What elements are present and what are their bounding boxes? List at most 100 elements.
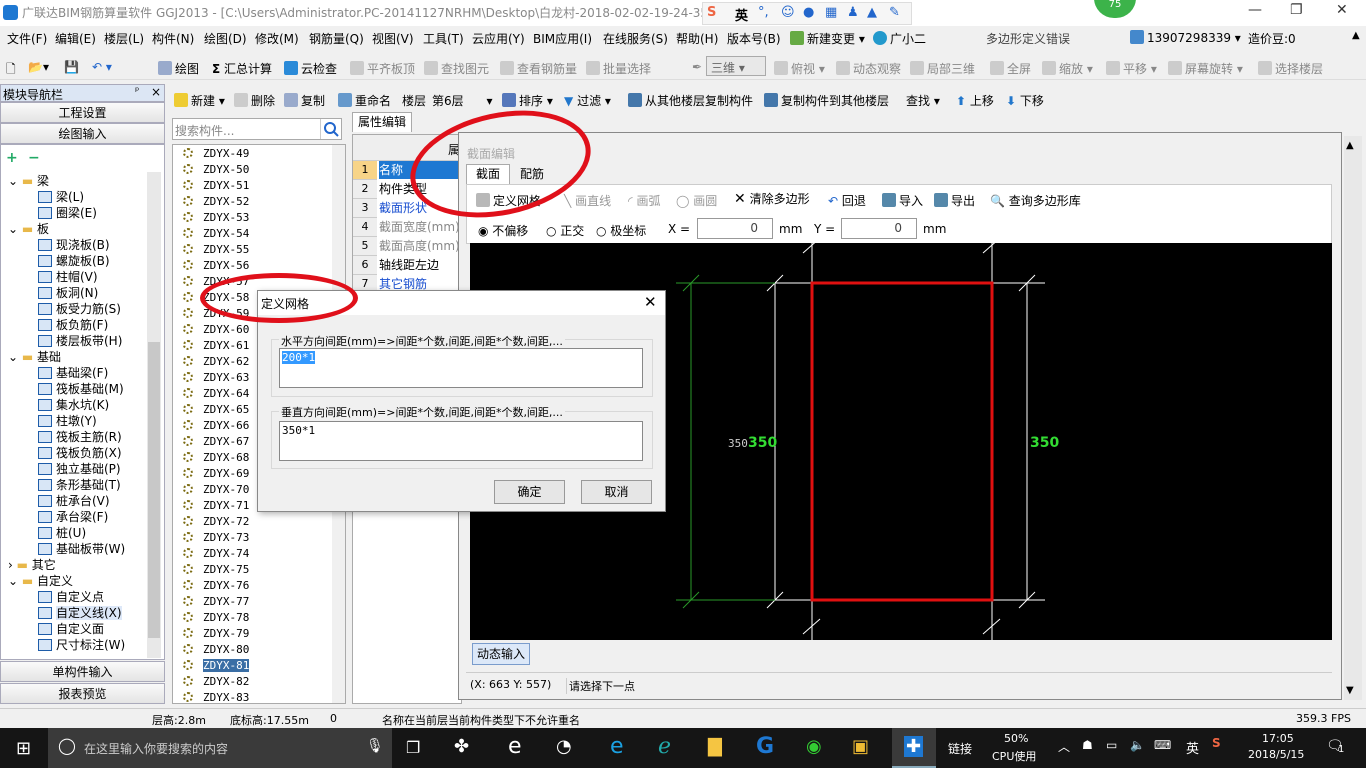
- tree-item[interactable]: 梁(L): [38, 188, 84, 205]
- new-button[interactable]: 新建 ▾: [174, 92, 225, 109]
- menu-version[interactable]: 版本号(B): [727, 30, 781, 47]
- keyboard-icon[interactable]: ▦: [825, 5, 837, 20]
- rotate-button[interactable]: 屏幕旋转 ▾: [1168, 60, 1243, 77]
- component-list-item[interactable]: ZDYX-66: [183, 419, 249, 432]
- component-list-item[interactable]: ZDYX-61: [183, 339, 249, 352]
- dynamic-view-button[interactable]: 动态观察: [836, 60, 901, 77]
- tree-item[interactable]: 柱墩(Y): [38, 412, 97, 429]
- tree-item[interactable]: 桩承台(V): [38, 492, 110, 509]
- component-search-input[interactable]: 搜索构件...: [172, 118, 342, 140]
- tree-group[interactable]: ⌄ ▬ 基础: [8, 348, 61, 365]
- floor-select[interactable]: 第6层 ▾: [432, 92, 493, 109]
- component-list-item[interactable]: ZDYX-65: [183, 403, 249, 416]
- expand-arrow-icon[interactable]: ⌄: [8, 222, 22, 236]
- find-button[interactable]: 查找 ▾: [906, 92, 940, 109]
- draw-arc-button[interactable]: ◜ 画弧: [628, 192, 661, 209]
- component-list-item[interactable]: ZDYX-71: [183, 499, 249, 512]
- tree-item[interactable]: 柱帽(V): [38, 268, 98, 285]
- minimize-button[interactable]: —: [1248, 2, 1262, 18]
- undo-icon[interactable]: ↶ ▾: [92, 60, 112, 74]
- copy-to-floor-button[interactable]: 复制构件到其他楼层: [764, 92, 889, 109]
- expand-arrow-icon[interactable]: ⌄: [8, 574, 22, 588]
- menu-file[interactable]: 文件(F): [7, 30, 47, 47]
- scroll-down-icon[interactable]: ▼: [1346, 685, 1354, 696]
- tree-item[interactable]: 圈梁(E): [38, 204, 97, 221]
- y-input[interactable]: 0: [841, 218, 917, 239]
- menu-view[interactable]: 视图(V): [372, 30, 414, 47]
- perf-badge[interactable]: 75: [1094, 0, 1136, 18]
- menu-floor[interactable]: 楼层(L): [104, 30, 144, 47]
- copy-from-floor-button[interactable]: 从其他楼层复制构件: [628, 92, 753, 109]
- fullscreen-button[interactable]: 全屏: [990, 60, 1031, 77]
- file-explorer-icon[interactable]: ▇: [708, 736, 722, 757]
- component-list-item[interactable]: ZDYX-77: [183, 595, 249, 608]
- component-list-item[interactable]: ZDYX-56: [183, 259, 249, 272]
- nav-tree-scrollbar[interactable]: [147, 172, 161, 658]
- tree-item[interactable]: 螺旋板(B): [38, 252, 110, 269]
- draw-circle-button[interactable]: ◯ 画圆: [676, 192, 717, 209]
- property-row-name[interactable]: 截面形状: [379, 199, 427, 217]
- menu-rebar[interactable]: 钢筋量(Q): [309, 30, 364, 47]
- nav-single-input[interactable]: 单构件输入: [0, 661, 165, 682]
- component-list-item[interactable]: ZDYX-78: [183, 611, 249, 624]
- local3d-button[interactable]: 局部三维: [910, 60, 975, 77]
- component-list-item[interactable]: ZDYX-76: [183, 579, 249, 592]
- ok-button[interactable]: 确定: [494, 480, 565, 504]
- tree-item[interactable]: 板洞(N): [38, 284, 98, 301]
- menu-help[interactable]: 帮助(H): [676, 30, 718, 47]
- cloud-check-button[interactable]: 云检查: [284, 60, 337, 77]
- people-icon[interactable]: ☗: [1082, 738, 1093, 752]
- component-list-item[interactable]: ZDYX-75: [183, 563, 249, 576]
- sort-button[interactable]: 排序 ▾: [502, 92, 553, 109]
- menu-online[interactable]: 在线服务(S): [603, 30, 668, 47]
- mic-icon[interactable]: ●: [803, 5, 814, 20]
- mode-orthogonal[interactable]: ○ 正交: [546, 222, 584, 239]
- open-file-icon[interactable]: 📂▾: [28, 60, 49, 74]
- nav-report-preview[interactable]: 报表预览: [0, 683, 165, 704]
- menu-assistant[interactable]: 广小二: [873, 30, 926, 47]
- tools-icon[interactable]: ✎: [889, 5, 900, 20]
- draw-button[interactable]: 绘图: [158, 60, 199, 77]
- network-icon[interactable]: ▭: [1106, 738, 1117, 752]
- link-label[interactable]: 链接: [948, 740, 972, 757]
- pan-button[interactable]: 平移 ▾: [1106, 60, 1157, 77]
- active-app[interactable]: ✚: [892, 728, 936, 768]
- zoom-button[interactable]: 缩放 ▾: [1042, 60, 1093, 77]
- view-rebar-button[interactable]: 查看钢筋量: [500, 60, 577, 77]
- flat-board-button[interactable]: 平齐板顶: [350, 60, 415, 77]
- tree-item[interactable]: 尺寸标注(W): [38, 636, 125, 653]
- ime-indicator[interactable]: 英: [1186, 738, 1199, 757]
- filter-button[interactable]: ▼ 过滤 ▾: [564, 92, 611, 109]
- draw-line-button[interactable]: ╲ 画直线: [564, 192, 611, 209]
- close-button[interactable]: ✕: [1336, 2, 1348, 18]
- component-list-item[interactable]: ZDYX-83: [183, 691, 249, 703]
- component-list-item[interactable]: ZDYX-52: [183, 195, 249, 208]
- horizontal-spacing-input[interactable]: 200*1: [279, 348, 643, 388]
- cancel-button[interactable]: 取消: [581, 480, 652, 504]
- scrollbar-thumb[interactable]: [148, 342, 160, 638]
- fan-app-icon[interactable]: ✤: [454, 736, 469, 757]
- nav-project-settings[interactable]: 工程设置: [0, 102, 165, 123]
- component-list-item[interactable]: ZDYX-72: [183, 515, 249, 528]
- tree-item[interactable]: 楼层板带(H): [38, 332, 122, 349]
- windows-start-icon[interactable]: ⊞: [16, 738, 31, 759]
- find-elem-button[interactable]: 查找图元: [424, 60, 489, 77]
- menu-modify[interactable]: 修改(M): [255, 30, 299, 47]
- ie-icon[interactable]: ℯ: [658, 734, 671, 759]
- save-icon[interactable]: 💾: [64, 60, 79, 74]
- emoji-icon[interactable]: ☺: [781, 5, 795, 20]
- component-list-item[interactable]: ZDYX-69: [183, 467, 249, 480]
- import-button[interactable]: 导入: [882, 192, 923, 209]
- undo-button[interactable]: ↶ 回退: [828, 192, 866, 209]
- maximize-button[interactable]: ❐: [1290, 2, 1303, 18]
- tree-item[interactable]: 板受力筋(S): [38, 300, 121, 317]
- component-list-item[interactable]: ZDYX-80: [183, 643, 249, 656]
- component-list-item[interactable]: ZDYX-60: [183, 323, 249, 336]
- component-list-item[interactable]: ZDYX-70: [183, 483, 249, 496]
- menu-tools[interactable]: 工具(T): [423, 30, 464, 47]
- property-row-name[interactable]: 截面高度(mm): [379, 237, 460, 255]
- tree-group[interactable]: ⌄ ▬ 自定义: [8, 572, 73, 589]
- clock-time[interactable]: 17:05: [1262, 732, 1294, 745]
- menu-edit[interactable]: 编辑(E): [55, 30, 96, 47]
- price-beans[interactable]: 造价豆:0: [1248, 30, 1296, 47]
